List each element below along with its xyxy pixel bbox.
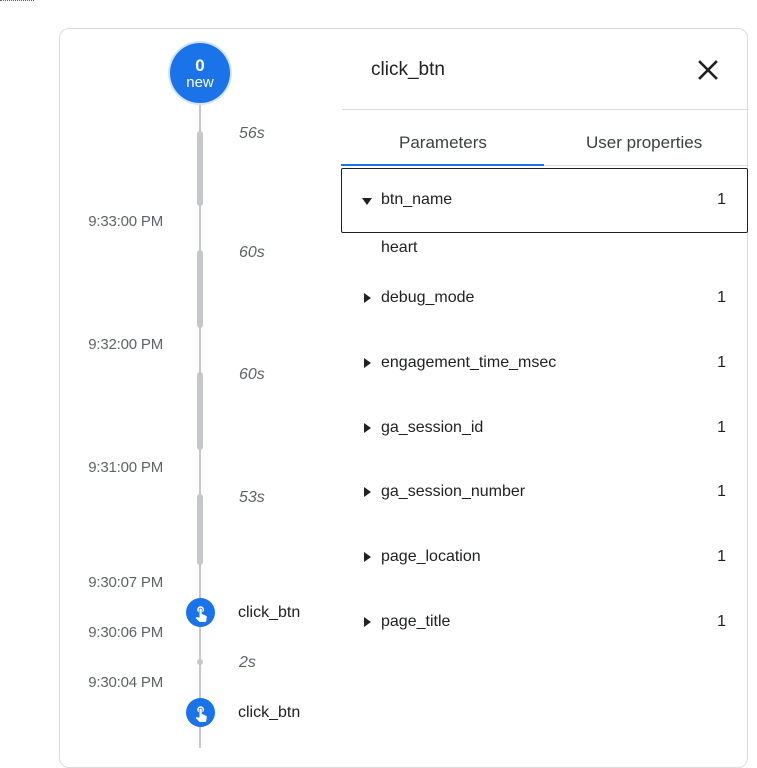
duration-label: 53s <box>239 489 265 506</box>
tab-user-properties[interactable]: User properties <box>586 133 702 153</box>
param-count: 1 <box>717 289 726 306</box>
header-divider <box>342 109 748 110</box>
param-count: 1 <box>717 483 726 500</box>
timestamp: 9:32:00 PM <box>88 336 163 353</box>
caret-right-icon <box>364 487 371 497</box>
touch-icon <box>195 605 207 622</box>
timestamp: 9:30:07 PM <box>88 574 163 591</box>
param-value: heart <box>381 239 418 256</box>
timestamp: 9:33:00 PM <box>88 213 163 230</box>
event-click-btn-1[interactable] <box>186 598 215 627</box>
param-row-engagement-time-msec[interactable]: engagement_time_msec 1 <box>342 349 748 379</box>
param-count: 1 <box>717 419 726 436</box>
panel-title: click_btn <box>371 59 445 80</box>
event-click-btn-2[interactable] <box>186 698 215 727</box>
timeline-segment <box>197 131 203 206</box>
param-name: ga_session_number <box>381 483 526 500</box>
param-count: 1 <box>717 613 726 630</box>
param-name: ga_session_id <box>381 419 484 436</box>
timestamp: 9:31:00 PM <box>88 459 163 476</box>
param-name: btn_name <box>381 191 453 208</box>
duration-label: 60s <box>239 366 265 383</box>
tabs-divider <box>544 165 748 166</box>
param-row-page-title[interactable]: page_title 1 <box>342 608 748 638</box>
caret-right-icon <box>364 358 371 368</box>
tab-parameters[interactable]: Parameters <box>399 133 487 153</box>
event-label[interactable]: click_btn <box>238 604 300 622</box>
event-label[interactable]: click_btn <box>238 704 300 722</box>
caret-right-icon <box>364 293 371 303</box>
duration-label: 2s <box>239 654 256 671</box>
param-row-btn-name[interactable]: btn_name 1 <box>342 186 748 216</box>
duration-label: 60s <box>239 244 265 261</box>
param-count: 1 <box>717 354 726 371</box>
top-dotted-rule <box>0 0 34 1</box>
param-count: 1 <box>717 191 726 208</box>
param-name: engagement_time_msec <box>381 354 557 371</box>
param-name: page_title <box>381 613 451 630</box>
timeline-segment <box>197 494 203 565</box>
param-row-ga-session-id[interactable]: ga_session_id 1 <box>342 414 748 444</box>
new-label: new <box>186 74 214 91</box>
touch-icon <box>195 705 207 722</box>
timeline-segment <box>197 372 203 450</box>
new-events-badge[interactable]: 0 new <box>170 43 230 103</box>
timeline-segment <box>197 250 203 328</box>
param-row-ga-session-number[interactable]: ga_session_number 1 <box>342 478 748 508</box>
caret-right-icon <box>364 552 371 562</box>
param-name: debug_mode <box>381 289 475 306</box>
timeline-dot <box>197 659 203 665</box>
close-icon <box>698 60 718 80</box>
param-name: page_location <box>381 548 481 565</box>
timestamp: 9:30:06 PM <box>88 624 163 641</box>
timestamp: 9:30:04 PM <box>88 674 163 691</box>
param-row-debug-mode[interactable]: debug_mode 1 <box>342 284 748 314</box>
duration-label: 56s <box>239 125 265 142</box>
active-tab-indicator <box>341 164 544 166</box>
param-row-page-location[interactable]: page_location 1 <box>342 543 748 573</box>
close-button[interactable] <box>694 56 722 84</box>
new-count: 0 <box>195 56 205 75</box>
caret-right-icon <box>364 423 371 433</box>
param-count: 1 <box>717 548 726 565</box>
caret-right-icon <box>364 617 371 627</box>
caret-down-icon <box>362 198 372 205</box>
